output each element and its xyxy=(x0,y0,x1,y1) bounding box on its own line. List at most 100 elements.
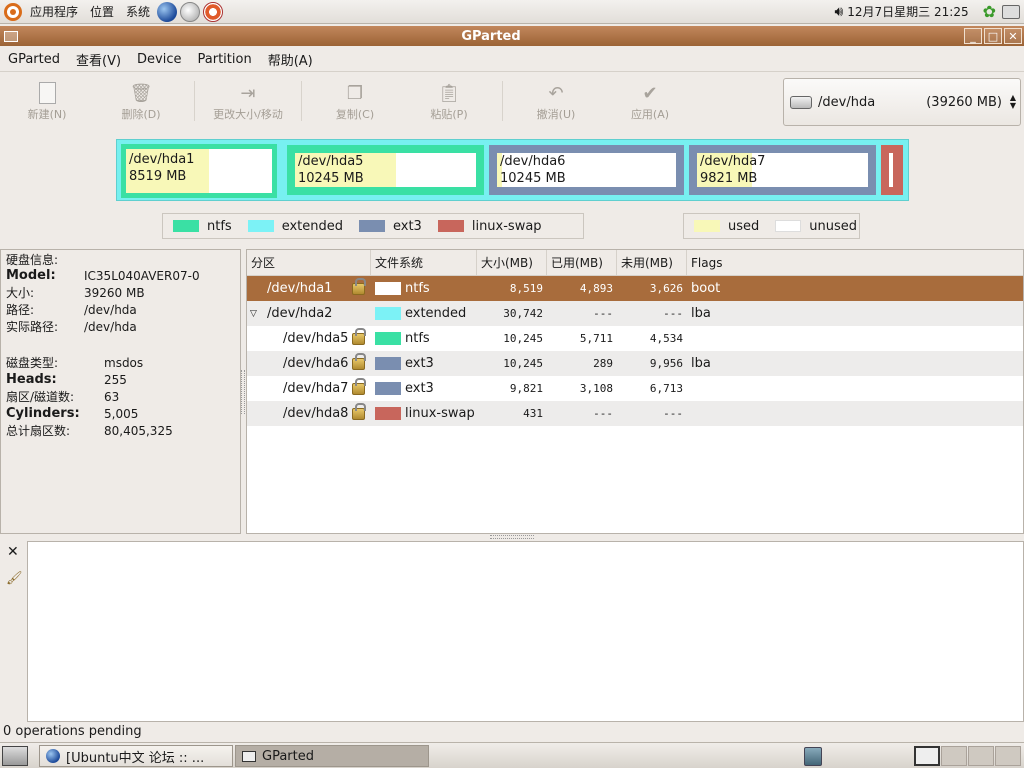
menu-device[interactable]: Device xyxy=(129,52,189,67)
power-icon[interactable] xyxy=(1002,4,1020,19)
partition-block-hda8[interactable] xyxy=(881,145,903,195)
partition-path: /dev/hda7 xyxy=(283,381,349,396)
filesystem-color-swatch xyxy=(375,407,401,420)
menu-partition[interactable]: Partition xyxy=(190,52,260,67)
menu-view[interactable]: 查看(V) xyxy=(68,50,129,69)
update-notifier-icon[interactable]: ✿ xyxy=(983,2,996,21)
partition-map: /dev/hda1 8519 MB /dev/hda5 10245 MB /dev/… xyxy=(116,139,909,201)
lock-icon xyxy=(352,278,366,295)
partition-path: /dev/hda6 xyxy=(283,356,349,371)
lock-icon xyxy=(352,328,366,345)
new-button[interactable]: 新建(N) xyxy=(0,80,94,122)
filesystem-cell: ntfs xyxy=(371,281,477,296)
workspace-2[interactable] xyxy=(941,746,967,766)
log-splitter-handle[interactable] xyxy=(490,535,534,539)
browser-icon xyxy=(46,749,60,763)
window-icon xyxy=(242,750,256,762)
applications-menu[interactable]: 应用程序 xyxy=(30,3,78,20)
toolbar-separator xyxy=(502,81,503,121)
device-selector[interactable]: /dev/hda (39260 MB) ▲ ▼ xyxy=(783,78,1021,126)
table-row[interactable]: /dev/hda7 ext3 9,821 3,108 6,713 xyxy=(247,376,1023,401)
delete-button[interactable]: 🗑︎ 删除(D) xyxy=(94,80,188,122)
resize-move-button[interactable]: ⇥ 更改大小/移动 xyxy=(201,80,295,122)
info-key: 扇区/磁道数: xyxy=(6,390,75,404)
mail-launcher-icon[interactable] xyxy=(180,1,201,22)
clock[interactable]: 12月7日星期三 21:25 xyxy=(847,3,968,20)
paste-button[interactable]: 📋︎ 粘贴(P) xyxy=(402,80,496,122)
table-row[interactable]: ▽ /dev/hda2 extended 30,742 --- --- lba xyxy=(247,301,1023,326)
volume-icon[interactable]: 🔊︎ xyxy=(834,4,843,20)
close-log-icon[interactable]: ✕ xyxy=(7,544,19,560)
minimize-button[interactable]: _ xyxy=(964,28,982,44)
column-header-unused[interactable]: 未用(MB) xyxy=(617,249,687,276)
menu-help[interactable]: 帮助(A) xyxy=(260,50,321,69)
apply-button[interactable]: ✔ 应用(A) xyxy=(603,80,697,122)
disk-info-title: 硬盘信息: xyxy=(6,253,59,267)
column-header-filesystem[interactable]: 文件系统 xyxy=(371,249,477,276)
delete-icon: 🗑︎ xyxy=(129,82,153,104)
partition-cell: /dev/hda5 xyxy=(247,326,371,351)
taskbar-item-browser[interactable]: [Ubuntu中文 论坛 :: ... xyxy=(39,745,233,767)
info-key: 总计扇区数: xyxy=(6,424,71,438)
browser-launcher-icon[interactable] xyxy=(157,1,178,22)
partition-block-hda1[interactable]: /dev/hda1 8519 MB xyxy=(121,144,277,198)
operations-log[interactable] xyxy=(27,541,1024,722)
taskbar-item-gparted[interactable]: GParted xyxy=(235,745,429,767)
unused-swatch xyxy=(775,220,802,232)
table-row[interactable]: /dev/hda5 ntfs 10,245 5,711 4,534 xyxy=(247,326,1023,351)
table-row[interactable]: /dev/hda6 ext3 10,245 289 9,956 lba xyxy=(247,351,1023,376)
filesystem-color-swatch xyxy=(375,332,401,345)
size-cell: 30,742 xyxy=(503,307,543,320)
undo-icon: ↶ xyxy=(548,82,564,104)
column-header-partition[interactable]: 分区 xyxy=(247,249,371,276)
taskbar-label: GParted xyxy=(262,748,314,764)
system-menu[interactable]: 系统 xyxy=(126,3,150,20)
clear-log-brush-icon[interactable]: 🖌︎ xyxy=(6,571,23,586)
filesystem-name: linux-swap xyxy=(405,406,475,421)
copy-button[interactable]: ❐ 复制(C) xyxy=(308,80,402,122)
filesystem-cell: ext3 xyxy=(371,356,477,371)
pane-splitter-handle[interactable] xyxy=(241,370,245,414)
workspace-1[interactable] xyxy=(914,746,940,766)
undo-button[interactable]: ↶ 撤消(U) xyxy=(509,80,603,122)
workspace-3[interactable] xyxy=(968,746,994,766)
table-row[interactable]: /dev/hda8 linux-swap 431 --- --- xyxy=(247,401,1023,426)
partition-block-hda5[interactable]: /dev/hda5 10245 MB xyxy=(287,145,484,195)
resize-icon: ⇥ xyxy=(240,82,256,104)
partition-path: /dev/hda2 xyxy=(267,306,333,321)
partition-cell: /dev/hda7 xyxy=(247,376,371,401)
top-panel: 应用程序 位置 系统 🔊︎ 12月7日星期三 21:25 ✿ xyxy=(0,0,1024,24)
size-cell: 10,245 xyxy=(503,357,543,370)
toolbar: 新建(N) 🗑︎ 删除(D) ⇥ 更改大小/移动 ❐ 复制(C) 📋︎ 粘贴(P… xyxy=(0,74,780,128)
filesystem-cell: ntfs xyxy=(371,331,477,346)
workspace-4[interactable] xyxy=(995,746,1021,766)
copy-label: 复制(C) xyxy=(335,108,375,121)
menu-gparted[interactable]: GParted xyxy=(0,52,68,67)
partition-block-hda6[interactable]: /dev/hda6 10245 MB xyxy=(489,145,684,195)
trash-icon[interactable] xyxy=(804,747,822,766)
show-desktop-icon[interactable] xyxy=(2,746,28,766)
partition-block-hda7[interactable]: /dev/hda7 9821 MB xyxy=(689,145,876,195)
paste-label: 粘贴(P) xyxy=(430,108,468,121)
filesystem-name: extended xyxy=(405,306,467,321)
help-launcher-icon[interactable] xyxy=(203,1,224,22)
ubuntu-logo-icon[interactable] xyxy=(4,2,22,21)
maximize-button[interactable]: □ xyxy=(984,28,1002,44)
window-menu-icon[interactable] xyxy=(4,30,18,42)
filesystem-name: ext3 xyxy=(405,381,434,396)
expander-arrow-icon[interactable]: ▽ xyxy=(250,309,257,319)
apply-icon: ✔ xyxy=(642,82,658,104)
column-header-flags[interactable]: Flags xyxy=(687,250,1023,276)
table-row[interactable]: /dev/hda1 ntfs 8,519 4,893 3,626 boot xyxy=(247,276,1023,301)
places-menu[interactable]: 位置 xyxy=(90,3,114,20)
column-header-size[interactable]: 大小(MB) xyxy=(477,249,547,276)
copy-icon: ❐ xyxy=(346,82,364,104)
window-titlebar[interactable]: GParted _ □ ✕ xyxy=(0,26,1024,46)
used-cell: --- xyxy=(593,307,613,320)
size-cell: 10,245 xyxy=(503,332,543,345)
filesystem-name: ntfs xyxy=(405,331,430,346)
filesystem-name: ntfs xyxy=(405,281,430,296)
close-button[interactable]: ✕ xyxy=(1004,28,1022,44)
column-header-used[interactable]: 已用(MB) xyxy=(547,249,617,276)
log-sidebar: ✕ 🖌︎ xyxy=(0,540,27,722)
